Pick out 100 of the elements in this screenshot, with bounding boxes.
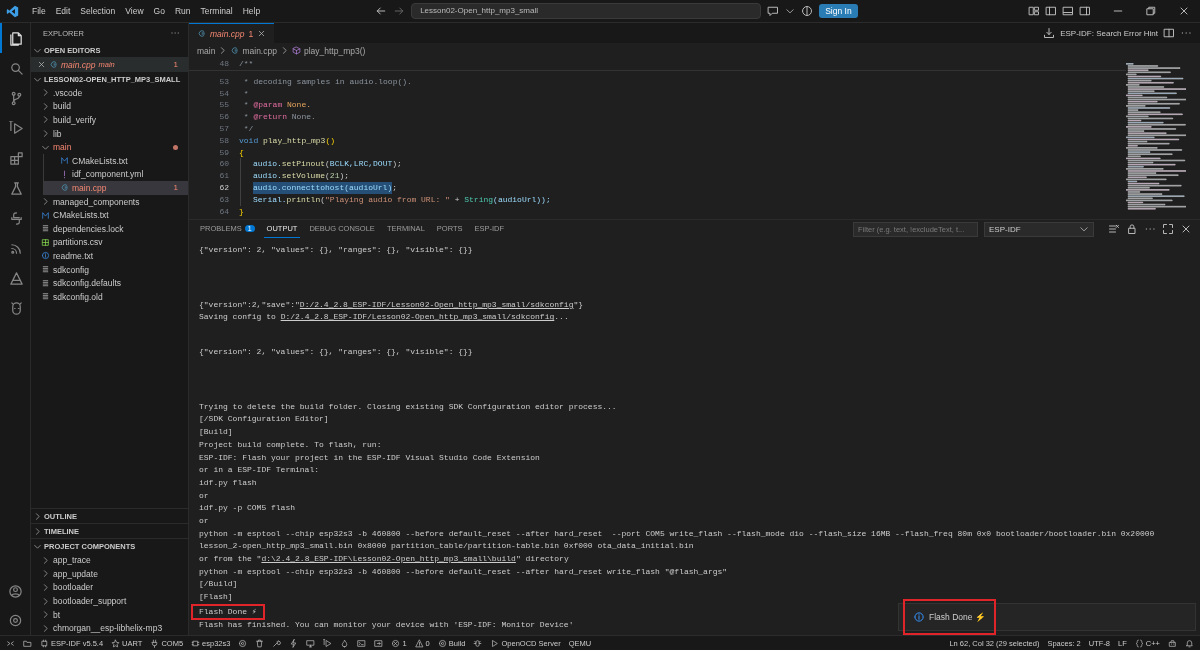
tree-item[interactable]: sdkconfig.defaults [31,276,188,290]
chat-icon[interactable] [767,5,780,17]
chevron-down-icon[interactable] [785,6,796,16]
code-line: 48 /** [189,58,1126,71]
menu-item[interactable]: File [27,6,51,16]
bug-icon[interactable] [473,638,483,648]
m-letter-icon [41,210,50,220]
code-line: 55 * @param None. [218,99,313,112]
output-line: or [199,489,209,502]
tree-item[interactable]: partitions.csv [31,235,188,250]
menu-item[interactable]: Go [148,6,170,16]
output-link[interactable]: d:\2.4_2.8_ESP-IDF\Lesson02-Open_http_mp3_small\build [261,554,516,563]
chevron-right-icon [41,197,50,207]
clear-list-icon[interactable] [1108,223,1120,235]
folder-icon[interactable] [23,638,32,648]
output-line: or [199,514,209,527]
tree-item[interactable]: bootloader_support [31,594,188,608]
tree-item[interactable]: CMakeLists.txt [31,208,188,222]
settings-icon [437,638,447,648]
tree-item[interactable]: dependencies.lock [31,221,188,236]
box-arrow-icon[interactable] [374,638,384,648]
output-link[interactable]: D:/2.4_2.8_ESP-IDF/Lesson02-Open_http_mp3_small/sdkconfig [280,312,555,322]
c-file-icon [49,60,58,69]
tree-item[interactable]: app_trace [31,553,188,568]
panel-bottom-icon[interactable] [1062,5,1074,17]
tree-item[interactable]: CMakeLists.txt [43,153,188,168]
minimap-drawing[interactable] [1126,62,1186,212]
sidebar-left-icon[interactable] [1045,5,1057,17]
tree-item[interactable]: readme.txt [31,249,188,263]
code-line: 60 audio.setPinout(BCLK,LRC,DOUT); [218,158,403,171]
breadcrumb-item[interactable]: main [197,45,216,56]
tree-item[interactable]: main [31,140,188,154]
tree-item[interactable]: lib [31,126,188,141]
lock-icon[interactable] [1126,223,1138,235]
sign-in-button[interactable]: Sign In [819,4,858,18]
terminal-icon[interactable] [357,638,367,648]
breadcrumb-item[interactable]: main.cpp [242,45,277,56]
tree-item[interactable]: build_verify [31,113,188,127]
tree-item[interactable]: .vscode [31,86,188,100]
code-line: 58 void play_http_mp3() [218,134,337,147]
lines-icon [41,278,50,288]
robot-icon[interactable] [1168,638,1177,648]
menu-item[interactable]: Selection [75,6,121,16]
menu-item[interactable]: Help [237,6,266,16]
output-line: lesson_2-open_http_mp3_small.bin 0x8000 partition_table/partition-table.bin 0xf000 ota_data_initial.bin [199,540,694,553]
menu-item[interactable]: View [120,6,149,16]
output-line: or in a ESP-IDF Terminal: [199,464,320,477]
tree-item[interactable]: managed_components [31,194,188,209]
channel-dropdown[interactable]: ESP-IDF [984,221,1094,237]
output-line: idf.py -p COM5 flash [199,502,295,515]
download-icon[interactable] [1043,27,1056,39]
editor-tab[interactable]: main.cpp 1 [189,23,275,43]
close-icon[interactable] [1178,5,1190,17]
account-icon[interactable] [7,584,23,599]
tree-item[interactable]: chmorgan__esp-libhelix-mp3 [31,621,188,635]
output-line: {"version":2,"save":"D:/2.4_2.8_ESP-IDF/Lesson02-Open_http_mp3_small/sdkconfig"} [199,298,584,311]
sidebar-right-icon[interactable] [1079,5,1091,17]
code-line: 57 */ [218,123,255,135]
menu-item[interactable]: Run [169,6,196,16]
open-editor-item[interactable]: main.cpp [61,59,96,70]
flame-icon[interactable] [340,638,350,648]
output-line: ESP-IDF: Flash your project in the ESP-IDF Visual Studio Code Extension [199,451,540,464]
output-line: [Flash] [199,591,233,604]
restore-icon[interactable] [1145,5,1157,17]
tree-item[interactable]: build [31,99,188,114]
back-arrow-icon[interactable] [375,5,388,17]
search-error-hint-button[interactable]: ESP-IDF: Search Error Hint [1060,28,1158,38]
bolt-icon[interactable] [289,638,299,648]
remote-icon[interactable] [6,638,15,648]
split-editor-icon[interactable] [1163,27,1175,39]
code-line: 64 } [218,205,245,218]
close-icon[interactable] [257,29,267,38]
code-line: 54 * [218,87,250,100]
menu-item[interactable]: Terminal [195,6,238,16]
layout-icon[interactable] [1028,5,1040,17]
play-bug-icon[interactable] [323,638,333,648]
monitor-icon[interactable] [306,638,316,648]
menu-item[interactable]: Edit [50,6,76,16]
tree-item[interactable]: sdkconfig [31,262,188,277]
close-icon[interactable] [1180,223,1192,235]
trash-icon[interactable] [255,638,265,648]
play-icon [490,638,500,648]
tree-item[interactable]: bootloader [31,580,188,595]
tree-item[interactable]: sdkconfig.old [31,289,188,304]
command-center-field[interactable]: Lesson02-Open_http_mp3_small [411,3,762,19]
output-link[interactable]: D:/2.4_2.8_ESP-IDF/Lesson02-Open_http_mp3_small/sdkconfig [299,299,574,309]
tree-item[interactable]: app_update [31,567,188,581]
settings-icon[interactable] [238,638,248,648]
breadcrumb-item[interactable]: play_http_mp3() [303,45,366,56]
star-icon [111,638,121,648]
close-icon[interactable] [37,60,46,69]
maximize-icon[interactable] [1162,223,1174,235]
tree-item[interactable]: main.cpp 1 [43,181,188,195]
output-line: Flash Done ⚡ [193,605,263,619]
tree-item[interactable]: bt [31,607,188,622]
output-line: Saving config to D:/2.4_2.8_ESP-IDF/Lesson02-Open_http_mp3_small/sdkconfig... [199,311,569,324]
settings-icon[interactable] [7,613,23,628]
wrench-icon[interactable] [272,638,282,648]
c-file-icon [60,183,69,193]
bell-icon[interactable] [1185,638,1194,648]
